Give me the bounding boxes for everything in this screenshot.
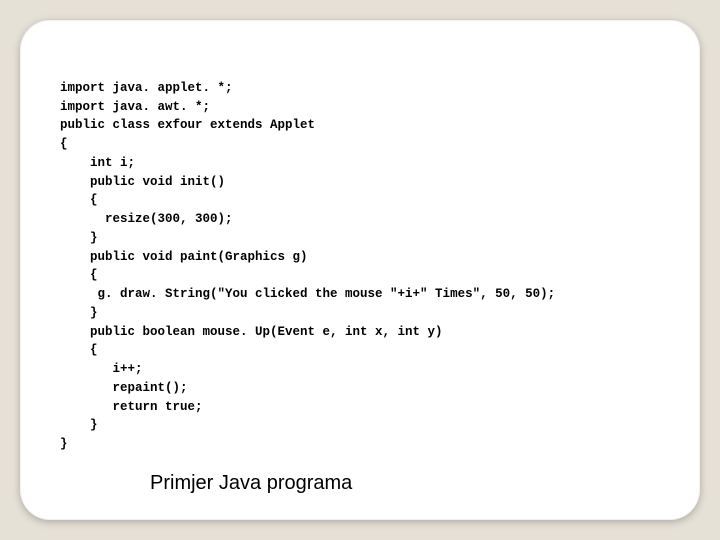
code-line: int i; xyxy=(60,156,135,170)
code-line: resize(300, 300); xyxy=(60,212,233,226)
code-line: { xyxy=(60,193,98,207)
code-line: import java. applet. *; xyxy=(60,81,233,95)
code-line: public void paint(Graphics g) xyxy=(60,250,308,264)
code-line: } xyxy=(60,306,98,320)
code-line: } xyxy=(60,231,98,245)
code-line: public void init() xyxy=(60,175,225,189)
code-line: import java. awt. *; xyxy=(60,100,210,114)
code-line: public boolean mouse. Up(Event e, int x,… xyxy=(60,325,443,339)
code-line: public class exfour extends Applet xyxy=(60,118,315,132)
code-line: g. draw. String("You clicked the mouse "… xyxy=(60,287,555,301)
code-line: { xyxy=(60,268,98,282)
code-line: } xyxy=(60,437,68,451)
code-line: } xyxy=(60,418,98,432)
code-line: { xyxy=(60,137,68,151)
code-line: { xyxy=(60,343,98,357)
slide-card: import java. applet. *; import java. awt… xyxy=(20,20,700,520)
slide-caption: Primjer Java programa xyxy=(150,472,660,495)
code-line: repaint(); xyxy=(60,381,188,395)
code-line: return true; xyxy=(60,400,203,414)
code-line: i++; xyxy=(60,362,143,376)
code-block: import java. applet. *; import java. awt… xyxy=(60,60,660,454)
